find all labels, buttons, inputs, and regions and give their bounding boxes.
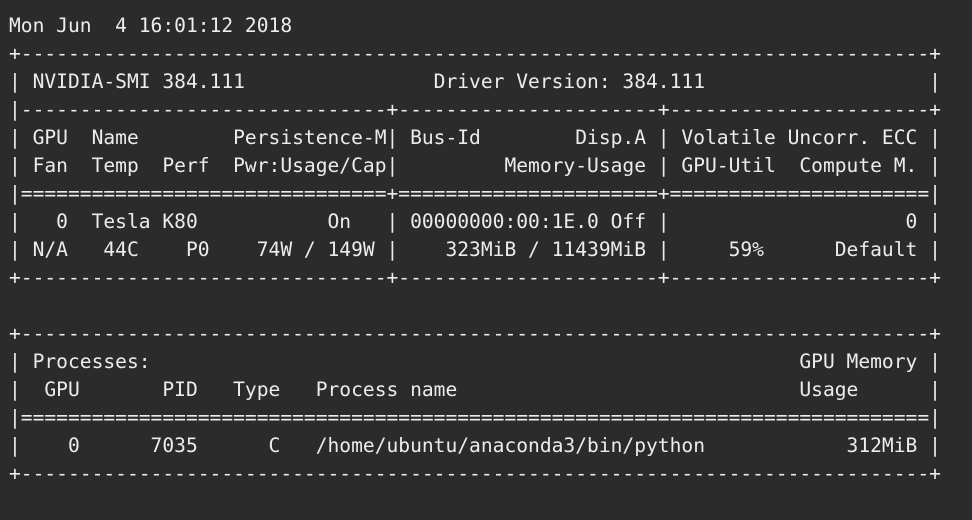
- gpu-column-header-row-1: | GPU Name Persistence-M| Bus-Id Disp.A …: [9, 126, 941, 149]
- gpu-row-0-line-2: | N/A 44C P0 74W / 149W | 323MiB / 11439…: [9, 238, 941, 261]
- processes-header-double-rule: |=======================================…: [9, 406, 941, 429]
- gpu-column-header-row-2: | Fan Temp Perf Pwr:Usage/Cap| Memory-Us…: [9, 154, 941, 177]
- gpu-table-bottom-border: +-------------------------------+-------…: [9, 266, 941, 289]
- timestamp-line: Mon Jun 4 16:01:12 2018: [9, 14, 293, 37]
- processes-header-row-1: | Processes: GPU Memory |: [9, 350, 941, 373]
- terminal-output: Mon Jun 4 16:01:12 2018 +---------------…: [0, 0, 972, 520]
- processes-top-border: +---------------------------------------…: [9, 322, 941, 345]
- header-separator: |-------------------------------+-------…: [9, 98, 941, 121]
- table-top-border: +---------------------------------------…: [9, 42, 941, 65]
- gpu-header-double-rule: |===============================+=======…: [9, 182, 941, 205]
- processes-bottom-border: +---------------------------------------…: [9, 462, 941, 485]
- version-header-row: | NVIDIA-SMI 384.111 Driver Version: 384…: [9, 70, 941, 93]
- gpu-row-0-line-1: | 0 Tesla K80 On | 00000000:00:1E.0 Off …: [9, 210, 941, 233]
- processes-header-row-2: | GPU PID Type Process name Usage |: [9, 378, 941, 401]
- process-row: | 0 7035 C /home/ubuntu/anaconda3/bin/py…: [9, 434, 941, 457]
